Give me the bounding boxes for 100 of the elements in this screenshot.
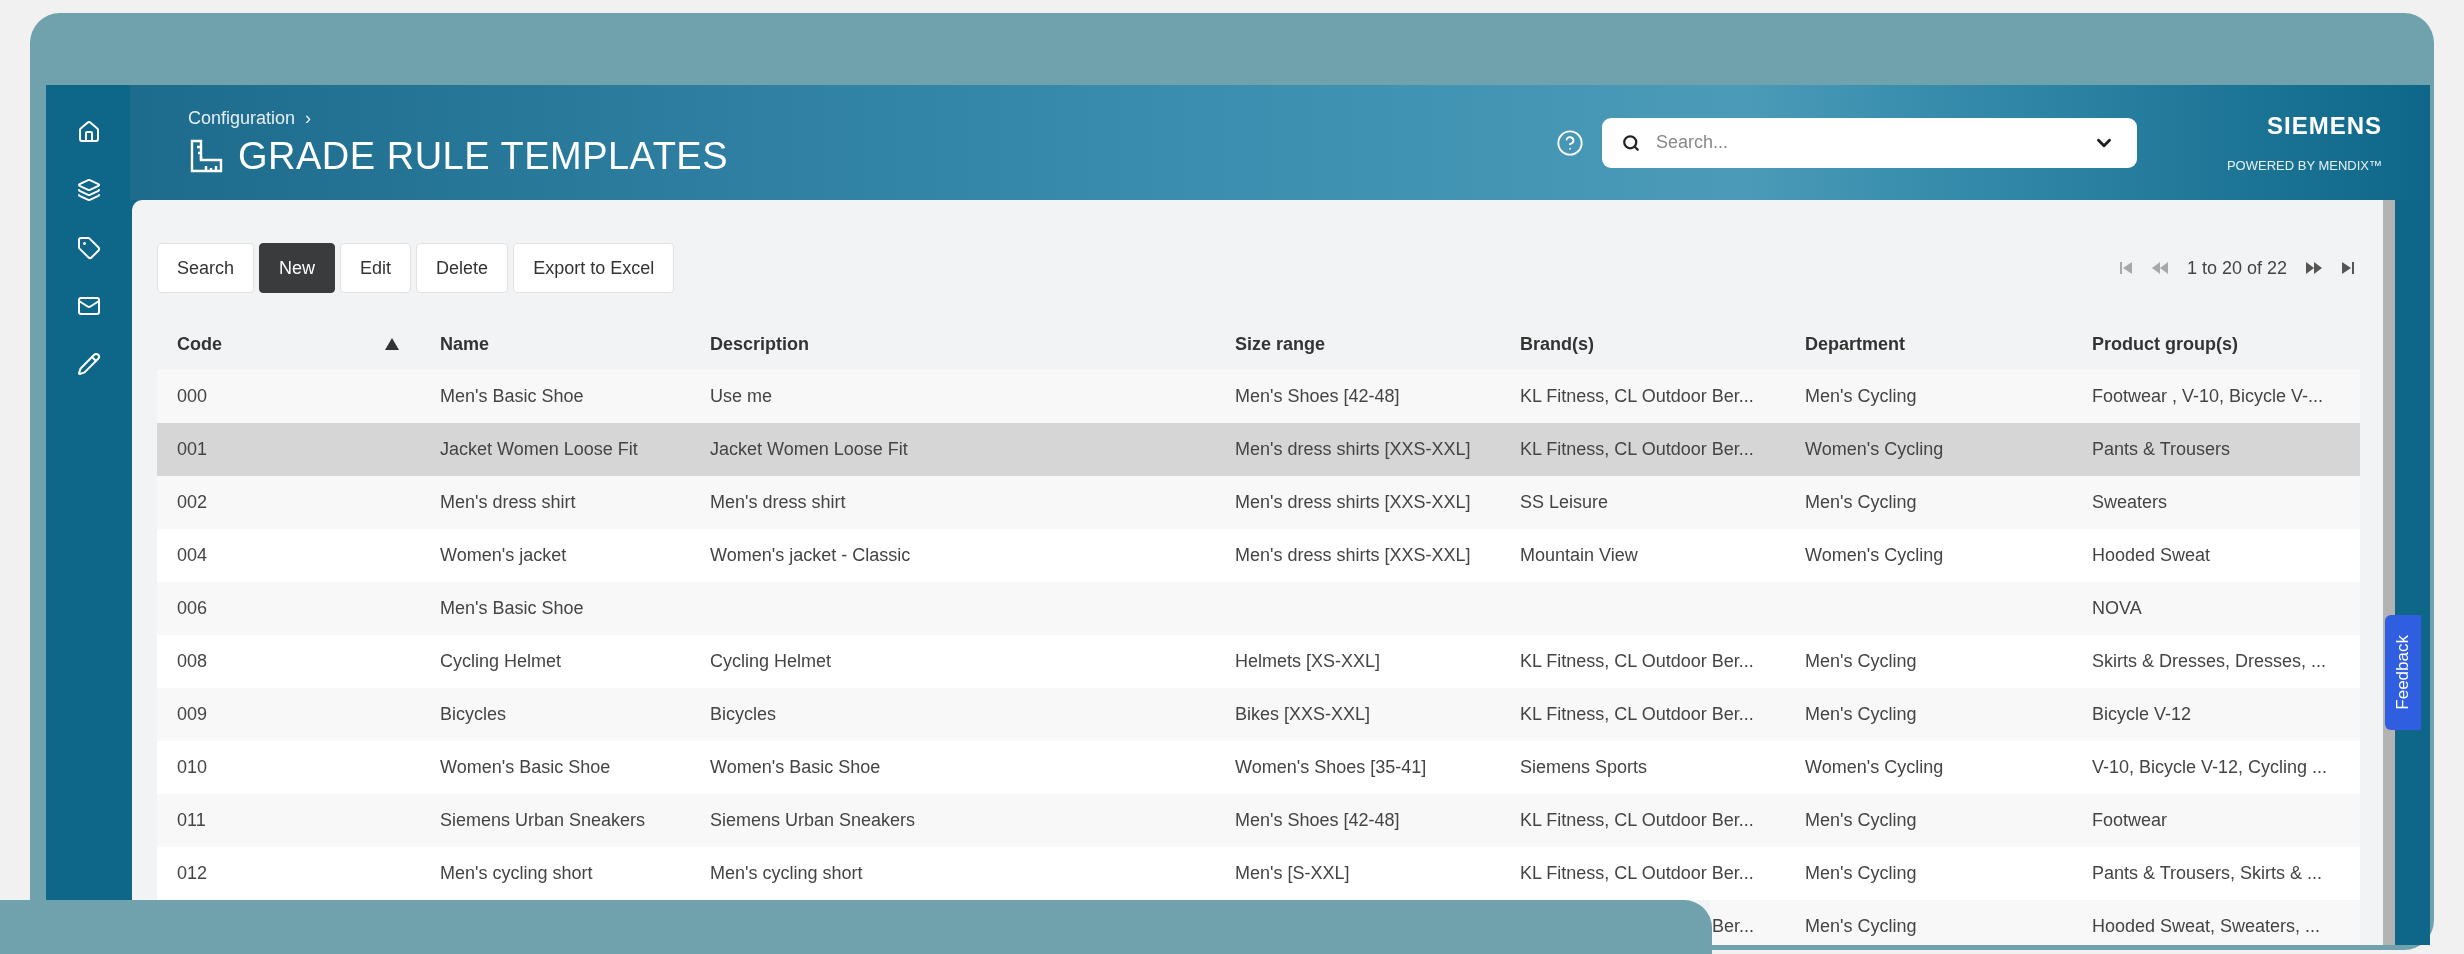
- table-cell: Men's Cycling: [1805, 651, 1917, 671]
- table-cell: Footwear: [2092, 810, 2168, 830]
- table-cell: Women's Cycling: [1805, 757, 1944, 777]
- table-row[interactable]: 012 Men's cycling short Men's cycling short Men's [S-XXL] KL Fitness, CL Outdoor Ber... Men's Cycling Pants & Trousers, Skirts & ...: [157, 847, 2360, 900]
- column-header[interactable]: Size range: [1235, 333, 1326, 355]
- table-cell: Helmets [XS-XXL]: [1235, 651, 1381, 671]
- table-row[interactable]: 002 Men's dress shirt Men's dress shirt Men's dress shirts [XXS-XXL] SS Leisure Men's Cycling Sweaters: [157, 476, 2360, 529]
- table-row[interactable]: 008 Cycling Helmet Cycling Helmet Helmets [XS-XXL] KL Fitness, CL Outdoor Ber... Men's Cycling Skirts & Dresses, Dresses, ...: [157, 635, 2360, 688]
- table-cell: Jacket Women Loose Fit: [710, 439, 908, 459]
- table-cell: Bicycles: [440, 704, 506, 724]
- table-cell: 010: [177, 757, 208, 777]
- primary-button[interactable]: New: [259, 243, 336, 293]
- table-cell: V-10, Bicycle V-12, Cycling ...: [2092, 757, 2328, 777]
- table-row[interactable]: 004 Women's jacket Women's jacket - Classic Men's dress shirts [XXS-XXL] Mountain View Women's Cycling Hooded Sweat: [157, 529, 2360, 582]
- table-cell: SS Leisure: [1520, 492, 1609, 512]
- table-cell: Sweaters: [2092, 492, 2168, 512]
- table-cell: Skirts & Dresses, Dresses, ...: [2092, 651, 2327, 671]
- table-cell: KL Fitness, CL Outdoor Ber...: [1520, 651, 1754, 671]
- table-row[interactable]: 006 Men's Basic Shoe NOVA: [157, 582, 2360, 635]
- table-cell: 006: [177, 598, 208, 618]
- table-cell: Men's cycling short: [710, 863, 863, 883]
- table-cell: KL Fitness, CL Outdoor Ber...: [1520, 439, 1754, 459]
- table-cell: Women's Cycling: [1805, 439, 1944, 459]
- column-header[interactable]: Department: [1805, 333, 1906, 355]
- table-cell: Men's Cycling: [1805, 704, 1917, 724]
- table-cell: Men's Basic Shoe: [440, 386, 584, 406]
- feedback-tab[interactable]: Feedback: [2385, 615, 2421, 730]
- table-cell: Hooded Sweat, Sweaters, ...: [2092, 916, 2321, 936]
- table-cell: 008: [177, 651, 208, 671]
- search-input[interactable]: Search...: [1653, 131, 2079, 154]
- table-cell: 011: [177, 810, 206, 830]
- table-cell: Women's jacket: [440, 545, 567, 565]
- table-cell: KL Fitness, CL Outdoor Ber...: [1520, 386, 1754, 406]
- table-cell: Men's dress shirts [XXS-XXL]: [1235, 545, 1471, 565]
- table-cell: Men's Cycling: [1805, 916, 1917, 936]
- table-cell: 012: [177, 863, 208, 883]
- table-cell: Women's Basic Shoe: [710, 757, 881, 777]
- next-page-icon[interactable]: [2305, 260, 2323, 276]
- table-cell: Cycling Helmet: [710, 651, 832, 671]
- table-cell: Men's cycling short: [440, 863, 593, 883]
- table-cell: Men's dress shirts [XXS-XXL]: [1235, 439, 1471, 459]
- column-header[interactable]: Name: [440, 333, 490, 355]
- table-cell: Men's Cycling: [1805, 810, 1917, 830]
- table-row[interactable]: 009 Bicycles Bicycles Bikes [XXS-XXL] KL Fitness, CL Outdoor Ber... Men's Cycling Bicycle V-12: [157, 688, 2360, 741]
- table-cell: KL Fitness, CL Outdoor Ber...: [1520, 863, 1754, 883]
- column-header[interactable]: Brand(s): [1520, 333, 1594, 355]
- table-cell: Siemens Sports: [1520, 757, 1648, 777]
- table-row[interactable]: 000 Men's Basic Shoe Use me Men's Shoes [42-48] KL Fitness, CL Outdoor Ber... Men's Cycling Footwear , V-10, Bicycle V-...: [157, 370, 2360, 423]
- table-row[interactable]: 010 Women's Basic Shoe Women's Basic Shoe Women's Shoes [35-41] Siemens Sports Women's Cycling V-10, Bicycle V-12, Cycling ...: [157, 741, 2360, 794]
- table-cell: Men's [S-XXL]: [1235, 863, 1350, 883]
- table-cell: Women's Basic Shoe: [440, 757, 611, 777]
- column-header[interactable]: Description: [710, 333, 810, 355]
- brand-logo: SIEMENS: [2266, 112, 2382, 140]
- table-row[interactable]: 011 Siemens Urban Sneakers Siemens Urban Sneakers Men's Shoes [42-48] KL Fitness, CL Outdoor Ber... Men's Cycling Footwear: [157, 794, 2360, 847]
- search-bar[interactable]: Search...: [1601, 117, 2137, 168]
- table-cell: Bicycle V-12: [2092, 704, 2192, 724]
- selected-table-row[interactable]: 001 Jacket Women Loose Fit Jacket Women Loose Fit Men's dress shirts [XXS-XXL] KL Fitness, CL Outdoor Ber... Women's Cycling Pants & Trousers: [157, 423, 2360, 476]
- table-row[interactable]: Ber... Men's Cycling Hooded Sweat, Sweaters, ...: [1710, 900, 2360, 945]
- toolbar-button[interactable]: Edit: [340, 243, 412, 293]
- table-cell: Bikes [XXS-XXL]: [1235, 704, 1371, 724]
- table-cell: Men's Cycling: [1805, 492, 1917, 512]
- table-cell: Women's Shoes [35-41]: [1235, 757, 1427, 777]
- table-cell: Men's Shoes [42-48]: [1235, 810, 1400, 830]
- breadcrumb-link[interactable]: Configuration ›: [188, 107, 1556, 129]
- table-cell: 002: [177, 492, 208, 512]
- last-page-icon[interactable]: [2341, 260, 2355, 276]
- table-cell: Women's jacket - Classic: [710, 545, 911, 565]
- brand-tagline: POWERED BY MENDIX™: [2226, 158, 2382, 173]
- sort-ascending-icon[interactable]: [384, 337, 400, 351]
- table-cell: Pants & Trousers, Skirts & ...: [2092, 863, 2323, 883]
- toolbar-button[interactable]: Delete: [416, 243, 509, 293]
- table-cell: 001: [177, 439, 208, 459]
- page-range: 1 to 20 of 22: [2186, 257, 2287, 279]
- toolbar-button[interactable]: Search: [157, 243, 255, 293]
- table-cell: NOVA: [2092, 598, 2142, 618]
- page-title: GRADE RULE TEMPLATES: [238, 134, 729, 178]
- search-icon: [1621, 133, 1640, 152]
- table-cell: Siemens Urban Sneakers: [440, 810, 646, 830]
- table-cell: Siemens Urban Sneakers: [710, 810, 916, 830]
- table-cell: Men's dress shirt: [440, 492, 576, 512]
- table-cell: Ber...: [1712, 916, 1755, 936]
- table-cell: 009: [177, 704, 208, 724]
- table-cell: Men's Cycling: [1805, 863, 1917, 883]
- table-cell: Bicycles: [710, 704, 776, 724]
- table-cell: Men's Cycling: [1805, 386, 1917, 406]
- column-header[interactable]: Product group(s): [2092, 333, 2238, 355]
- table-cell: Women's Cycling: [1805, 545, 1944, 565]
- table-cell: Jacket Women Loose Fit: [440, 439, 638, 459]
- column-header[interactable]: Code: [177, 333, 222, 355]
- help-icon[interactable]: [1555, 128, 1584, 157]
- table-cell: Use me: [710, 386, 772, 406]
- table-cell: Pants & Trousers: [2092, 439, 2231, 459]
- table-cell: Footwear , V-10, Bicycle V-...: [2092, 386, 2324, 406]
- table-cell: Men's Shoes [42-48]: [1235, 386, 1400, 406]
- table-cell: Mountain View: [1520, 545, 1638, 565]
- toolbar-button[interactable]: Export to Excel: [513, 243, 675, 293]
- table-cell: 004: [177, 545, 208, 565]
- table-cell: Hooded Sweat: [2092, 545, 2211, 565]
- table-cell: Men's dress shirts [XXS-XXL]: [1235, 492, 1471, 512]
- table-cell: 000: [177, 386, 208, 406]
